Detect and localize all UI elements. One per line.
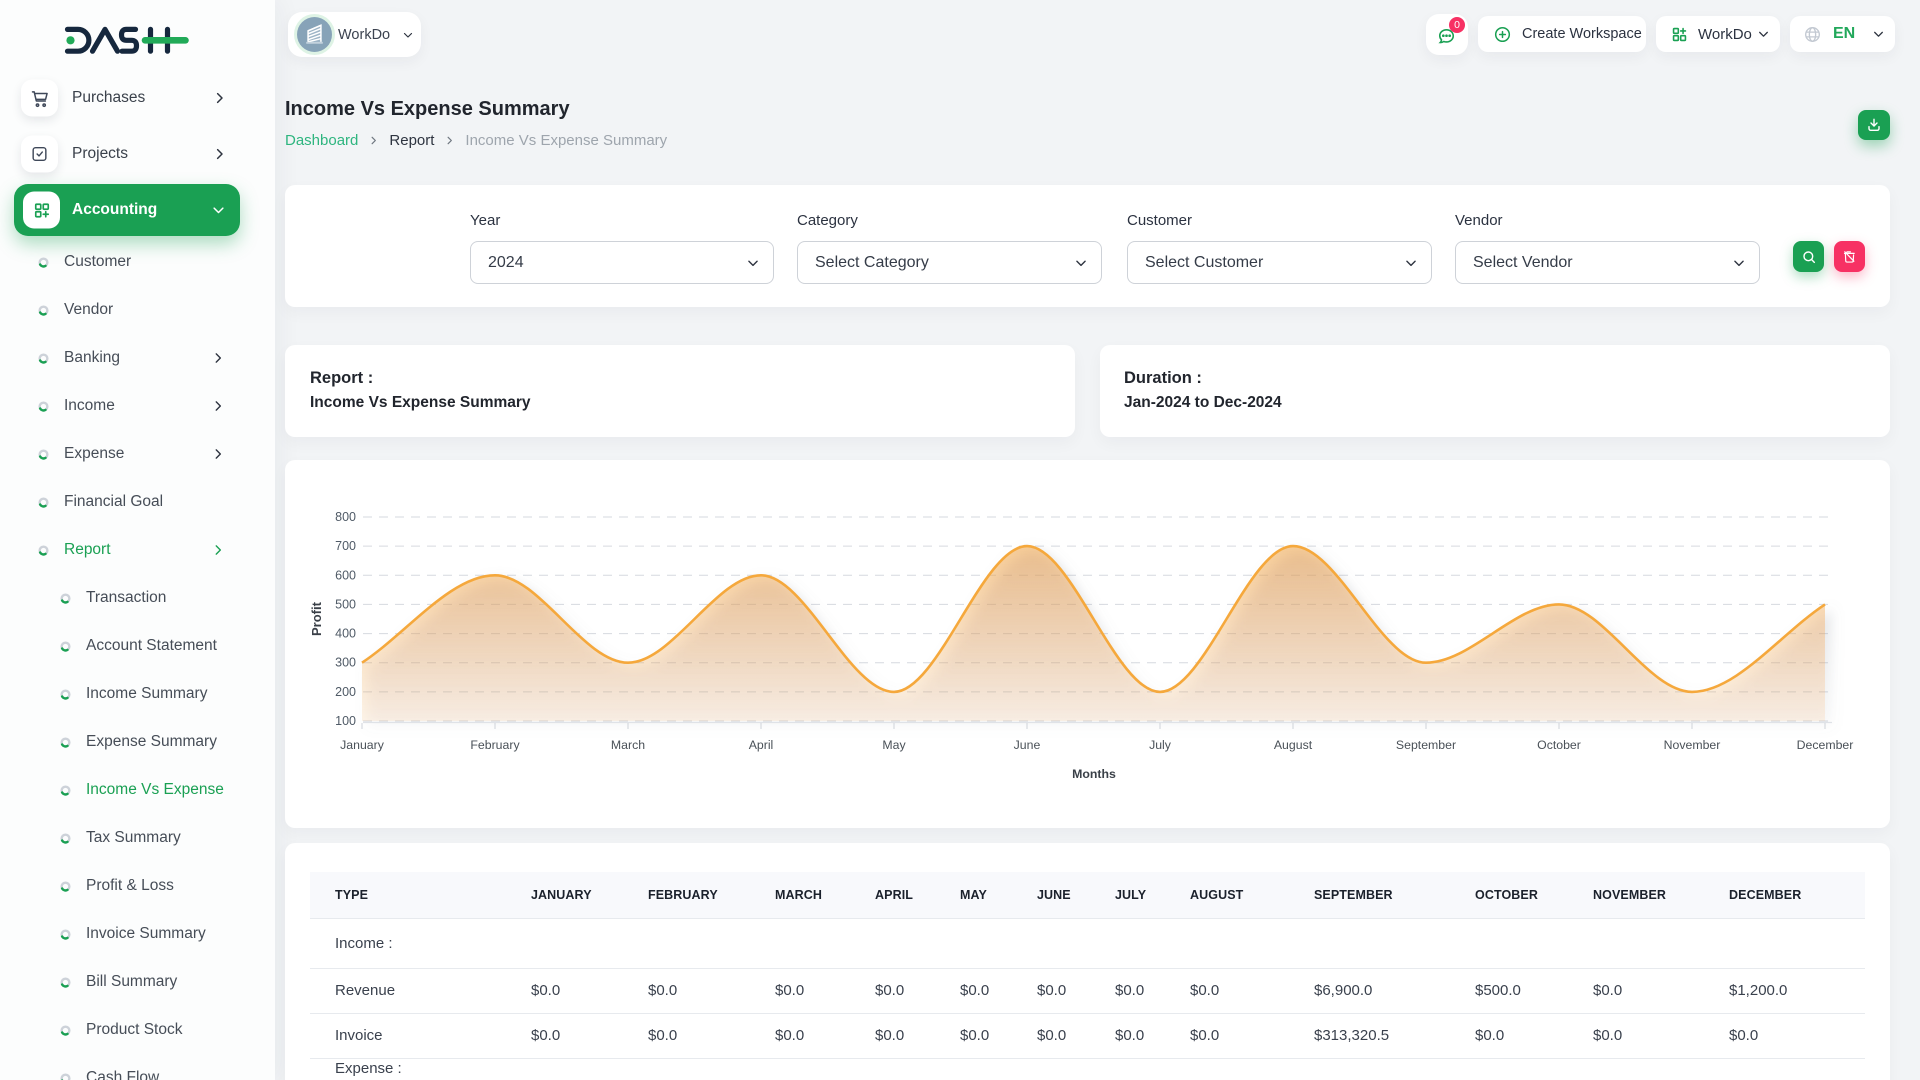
svg-text:May: May <box>882 738 906 752</box>
svg-text:700: 700 <box>335 539 356 553</box>
svg-text:100: 100 <box>335 714 356 728</box>
svg-text:Months: Months <box>1072 767 1116 781</box>
svg-text:October: October <box>1537 738 1581 752</box>
svg-text:November: November <box>1664 738 1721 752</box>
svg-text:500: 500 <box>335 597 356 611</box>
svg-text:April: April <box>749 738 774 752</box>
svg-text:300: 300 <box>335 656 356 670</box>
svg-text:June: June <box>1014 738 1041 752</box>
svg-text:March: March <box>611 738 645 752</box>
svg-text:September: September <box>1396 738 1456 752</box>
svg-text:January: January <box>340 738 385 752</box>
svg-text:200: 200 <box>335 685 356 699</box>
svg-text:July: July <box>1149 738 1172 752</box>
svg-text:600: 600 <box>335 568 356 582</box>
svg-text:Profit: Profit <box>309 601 324 636</box>
svg-text:December: December <box>1797 738 1854 752</box>
svg-text:February: February <box>470 738 520 752</box>
svg-text:August: August <box>1274 738 1313 752</box>
svg-text:800: 800 <box>335 510 356 524</box>
svg-text:400: 400 <box>335 627 356 641</box>
